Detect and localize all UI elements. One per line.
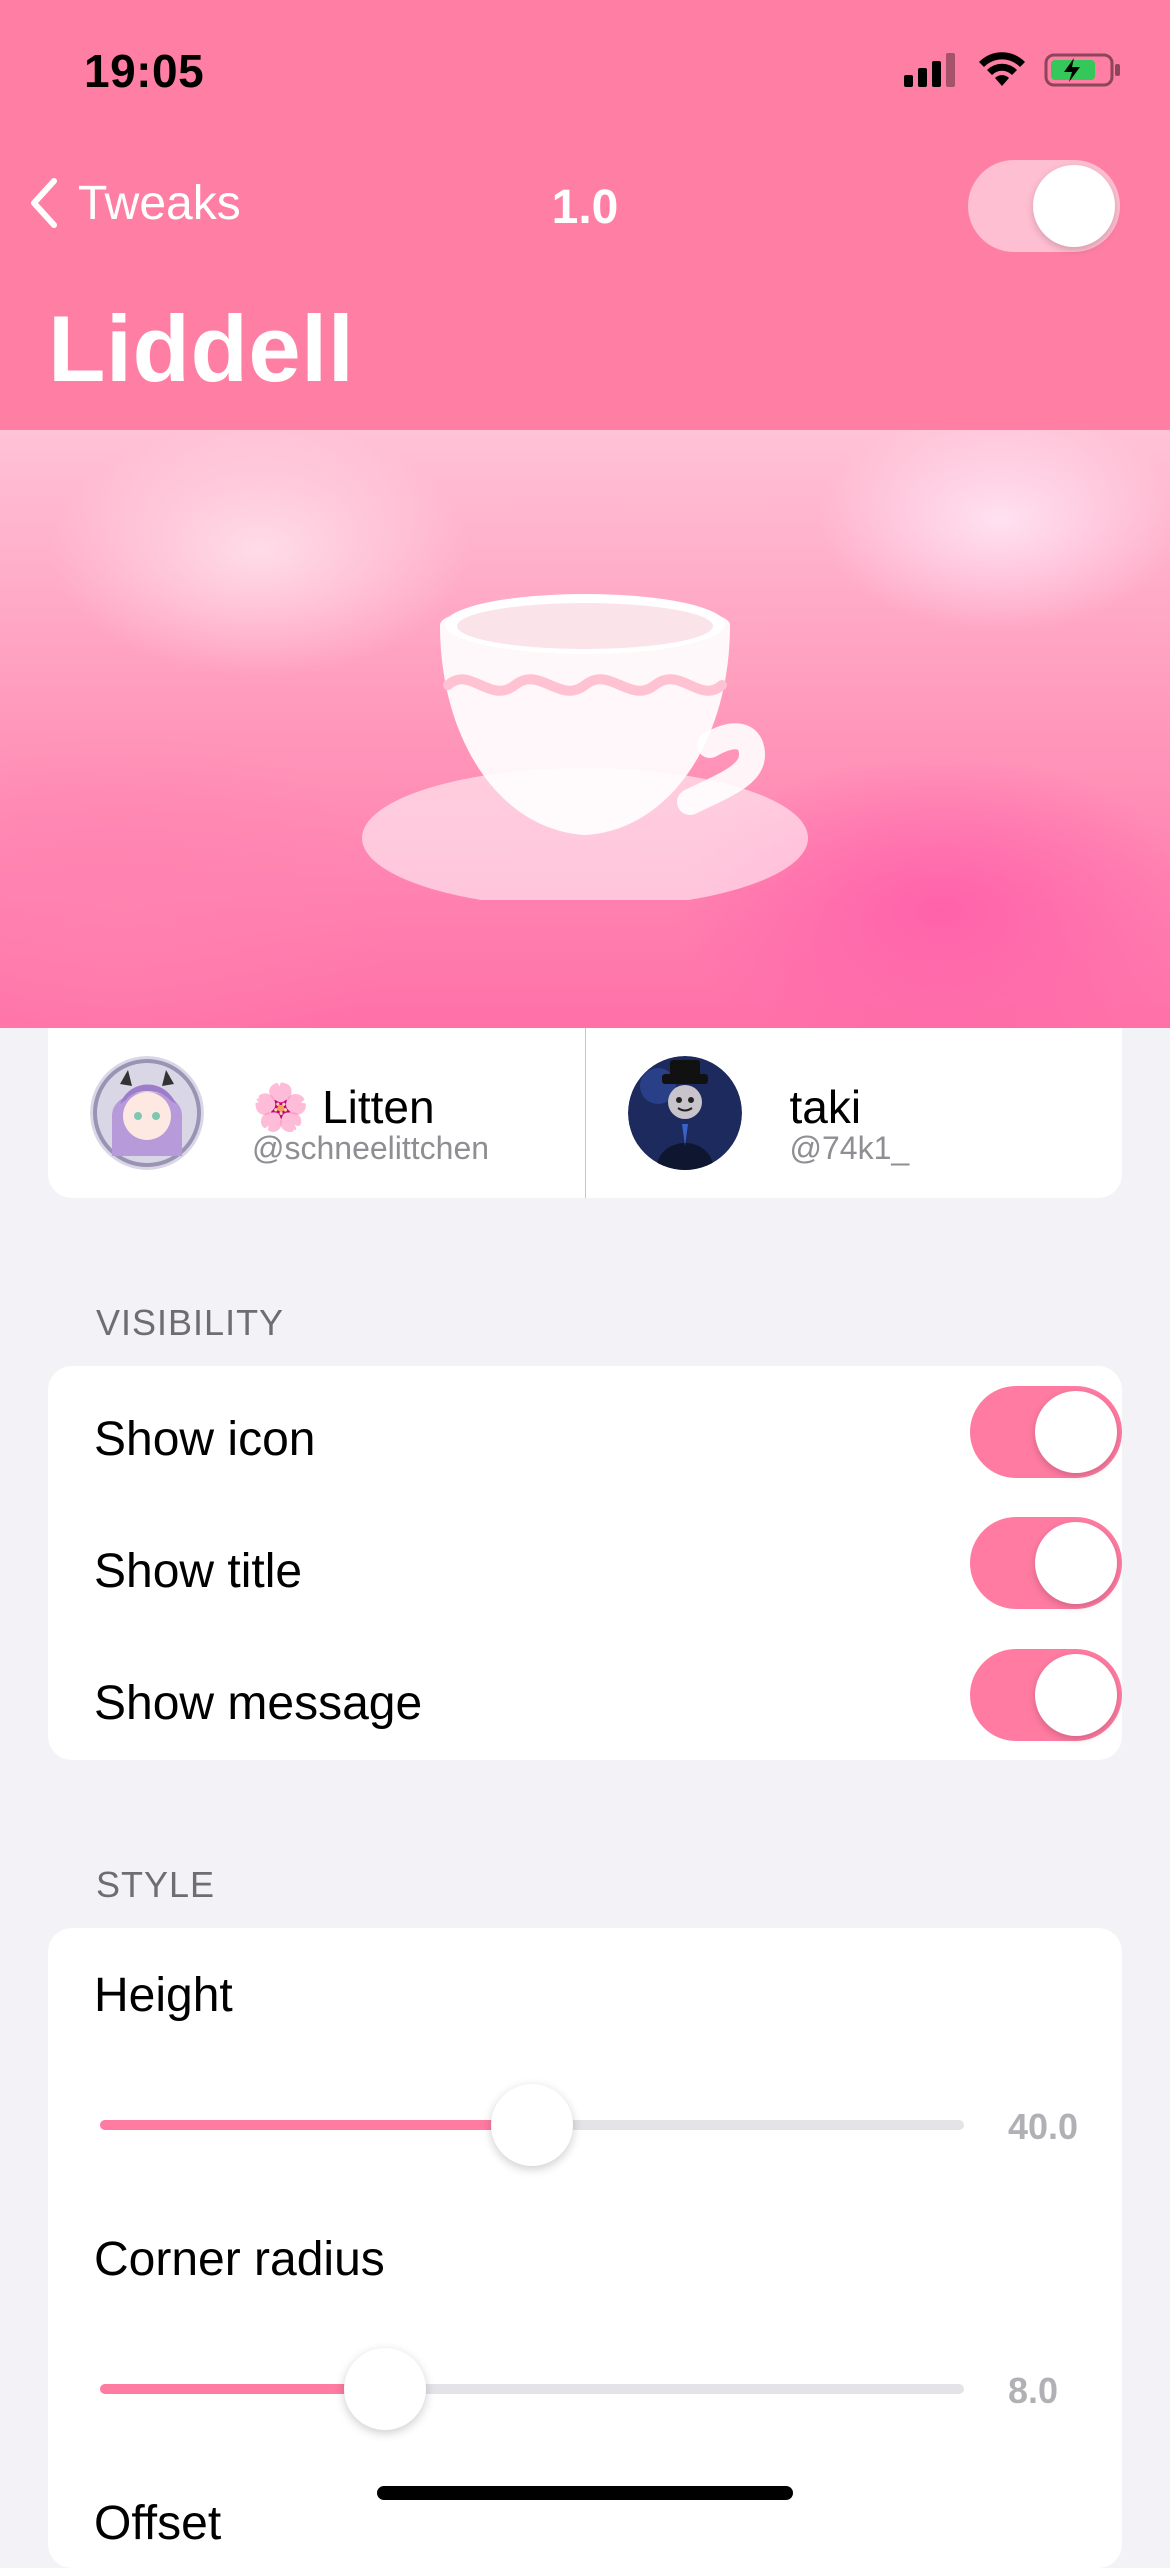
home-indicator xyxy=(377,2486,793,2500)
slider-fill xyxy=(100,2120,532,2130)
slider-thumb[interactable] xyxy=(344,2348,426,2430)
section-header-style: STYLE xyxy=(96,1864,216,1905)
credit-name-text: Litten xyxy=(322,1081,435,1133)
show-title-toggle[interactable] xyxy=(970,1517,1122,1609)
toggle-knob xyxy=(1035,1522,1117,1604)
credit-handle: @schneelittchen xyxy=(252,1130,490,1166)
slider-fill xyxy=(100,2384,385,2394)
avatar xyxy=(627,1056,742,1170)
wifi-icon xyxy=(979,52,1025,86)
height-slider[interactable] xyxy=(100,2084,964,2166)
show-message-toggle[interactable] xyxy=(970,1649,1122,1741)
credits-card: 🌸 Litten @schneelittchen taki @74k1_ xyxy=(48,1028,1122,1198)
corner-radius-value: 8.0 xyxy=(1008,2370,1059,2411)
credit-handle: @74k1_ xyxy=(789,1130,910,1166)
avatar xyxy=(90,1056,204,1170)
section-header-visibility: VISIBILITY xyxy=(96,1302,285,1343)
row-label-offset: Offset xyxy=(94,2497,222,2550)
row-label-show-title: Show title xyxy=(94,1545,303,1598)
row-label-show-message: Show message xyxy=(94,1677,423,1730)
battery-charging-icon xyxy=(1044,53,1120,87)
teacup-icon xyxy=(362,594,808,900)
status-icons xyxy=(904,52,1122,88)
credit-taki[interactable]: taki @74k1_ xyxy=(584,1028,1123,1198)
status-time: 19:05 xyxy=(84,45,205,97)
page-title: Liddell xyxy=(48,296,355,401)
credit-name: 🌸 Litten xyxy=(252,1080,435,1135)
style-card: Height 40.0 Corner radius 8.0 Offset xyxy=(48,1928,1122,2568)
credit-litten[interactable]: 🌸 Litten @schneelittchen xyxy=(48,1028,585,1198)
show-icon-toggle[interactable] xyxy=(970,1386,1122,1478)
cherry-blossom-emoji: 🌸 xyxy=(252,1081,310,1133)
toggle-knob xyxy=(1035,1391,1117,1473)
enable-tweak-toggle[interactable] xyxy=(968,160,1120,252)
toggle-knob xyxy=(1033,165,1115,247)
row-label-height: Height xyxy=(94,1969,233,2022)
header: 19:05 Tweaks 1.0 Liddell xyxy=(0,0,1170,430)
row-label-show-icon: Show icon xyxy=(94,1413,316,1466)
header-banner xyxy=(0,430,1170,1028)
cellular-signal-icon xyxy=(904,53,955,87)
credit-name: taki xyxy=(789,1081,862,1133)
slider-thumb[interactable] xyxy=(491,2084,573,2166)
visibility-card: Show icon Show title Show message xyxy=(48,1366,1122,1760)
height-value: 40.0 xyxy=(1008,2106,1079,2147)
corner-radius-slider[interactable] xyxy=(100,2348,964,2430)
toggle-knob xyxy=(1035,1654,1117,1736)
row-label-corner-radius: Corner radius xyxy=(94,2233,385,2286)
